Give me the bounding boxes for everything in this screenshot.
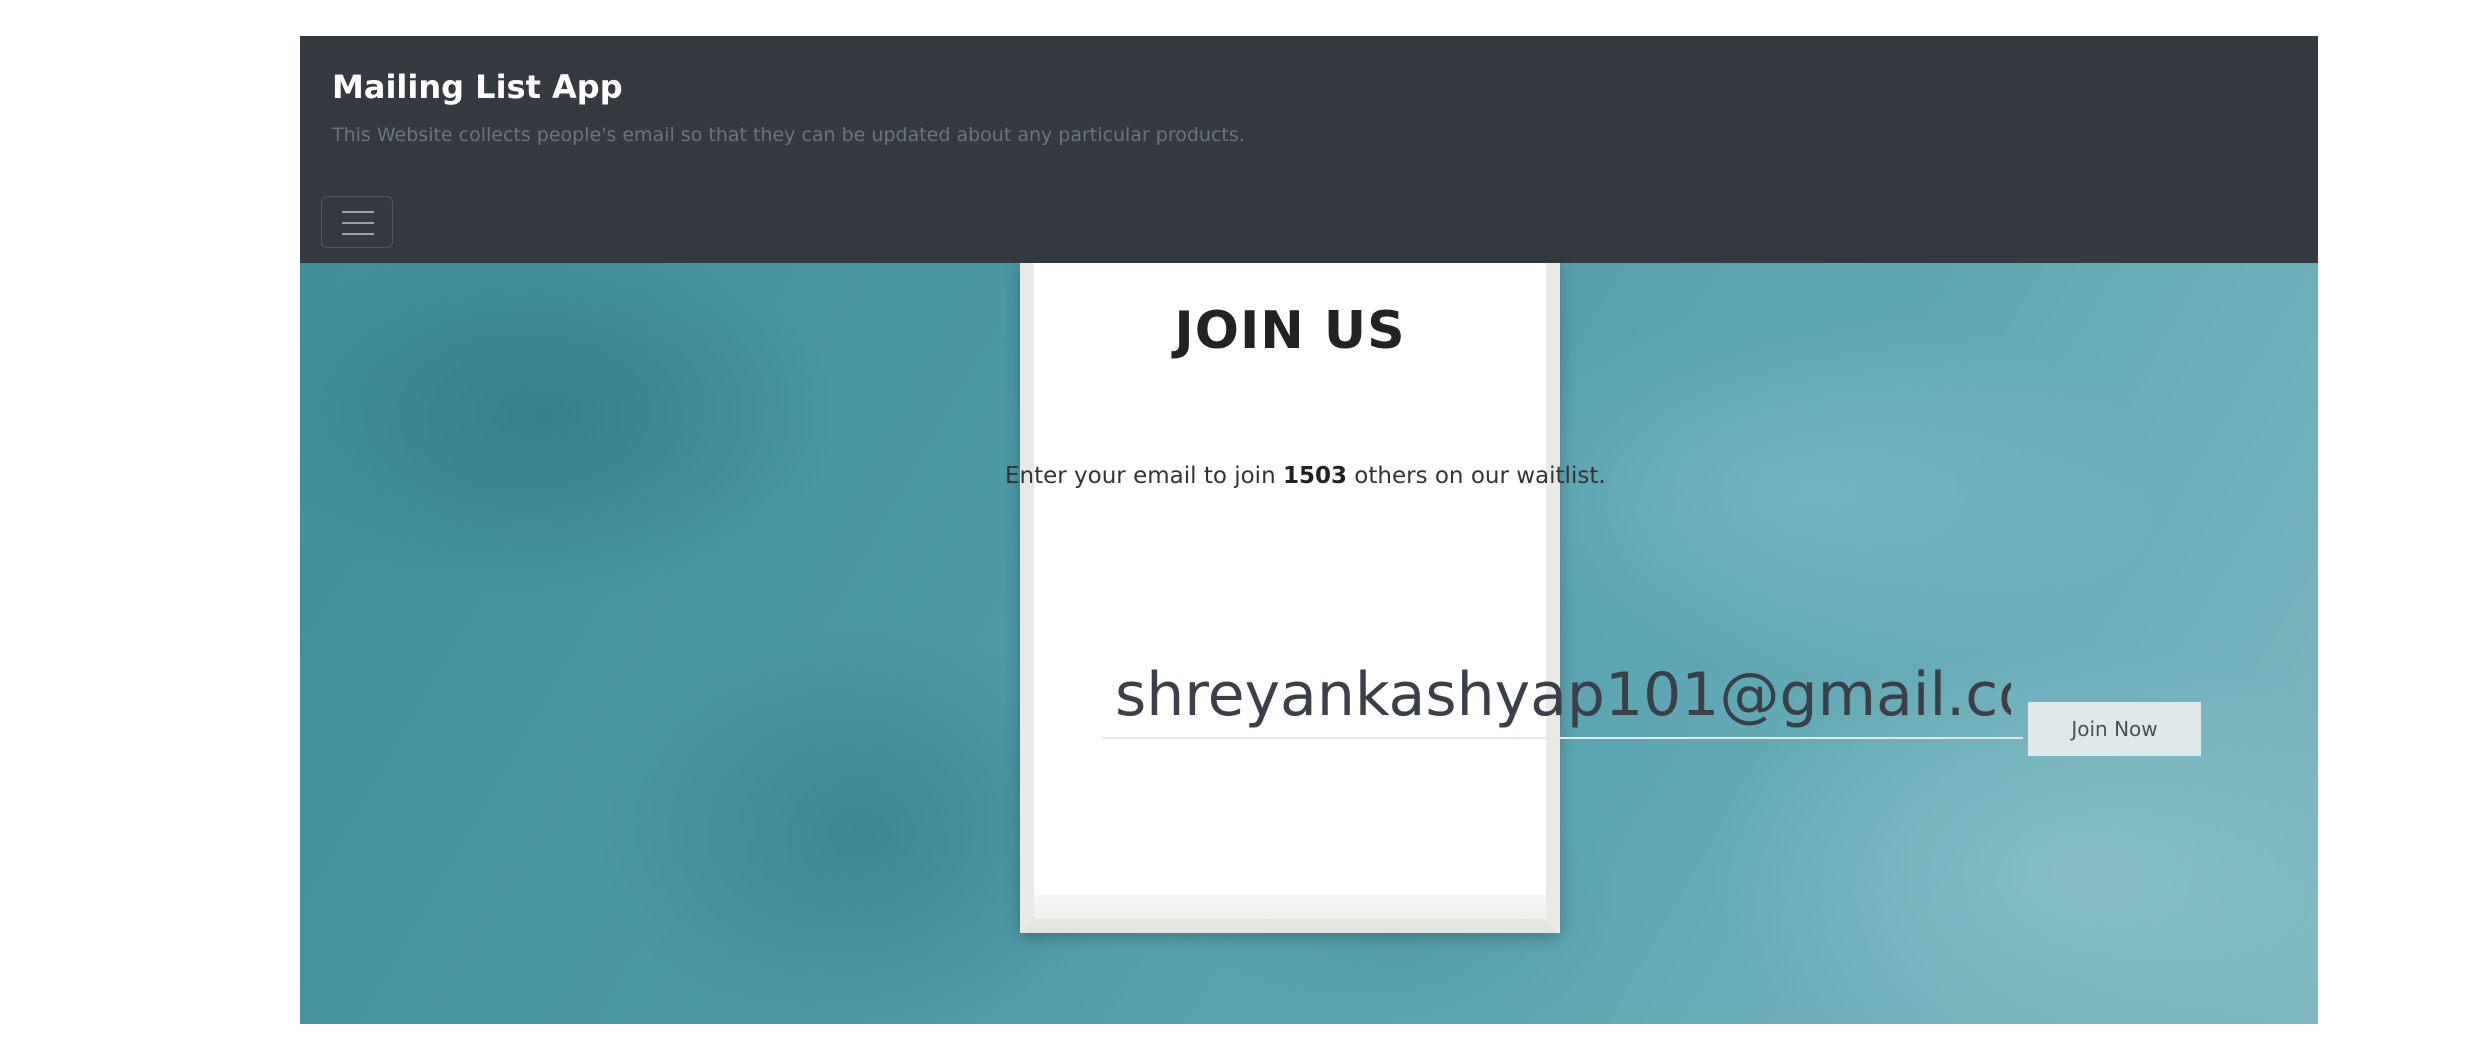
navbar-toggler-button[interactable] (321, 196, 393, 248)
join-now-button[interactable]: Join Now (2028, 702, 2201, 756)
waitlist-text-after: others on our waitlist. (1346, 463, 1606, 489)
navbar-brand[interactable]: Mailing List App (332, 68, 623, 106)
hero-section: JOIN US Enter your email to join 1503 ot… (300, 263, 2318, 1024)
navbar-tagline: This Website collects people's email so … (332, 124, 1245, 146)
app-frame: Mailing List App This Website collects p… (300, 36, 2318, 1024)
waitlist-text: Enter your email to join 1503 others on … (1005, 463, 1606, 489)
navbar: Mailing List App This Website collects p… (300, 36, 2318, 263)
waitlist-text-before: Enter your email to join (1005, 463, 1283, 489)
card-title: JOIN US (1174, 301, 1406, 361)
join-card: JOIN US (1020, 263, 1560, 933)
email-input[interactable] (1103, 653, 2023, 739)
card-bottom-bevel (1034, 895, 1546, 919)
waitlist-count: 1503 (1282, 463, 1347, 489)
